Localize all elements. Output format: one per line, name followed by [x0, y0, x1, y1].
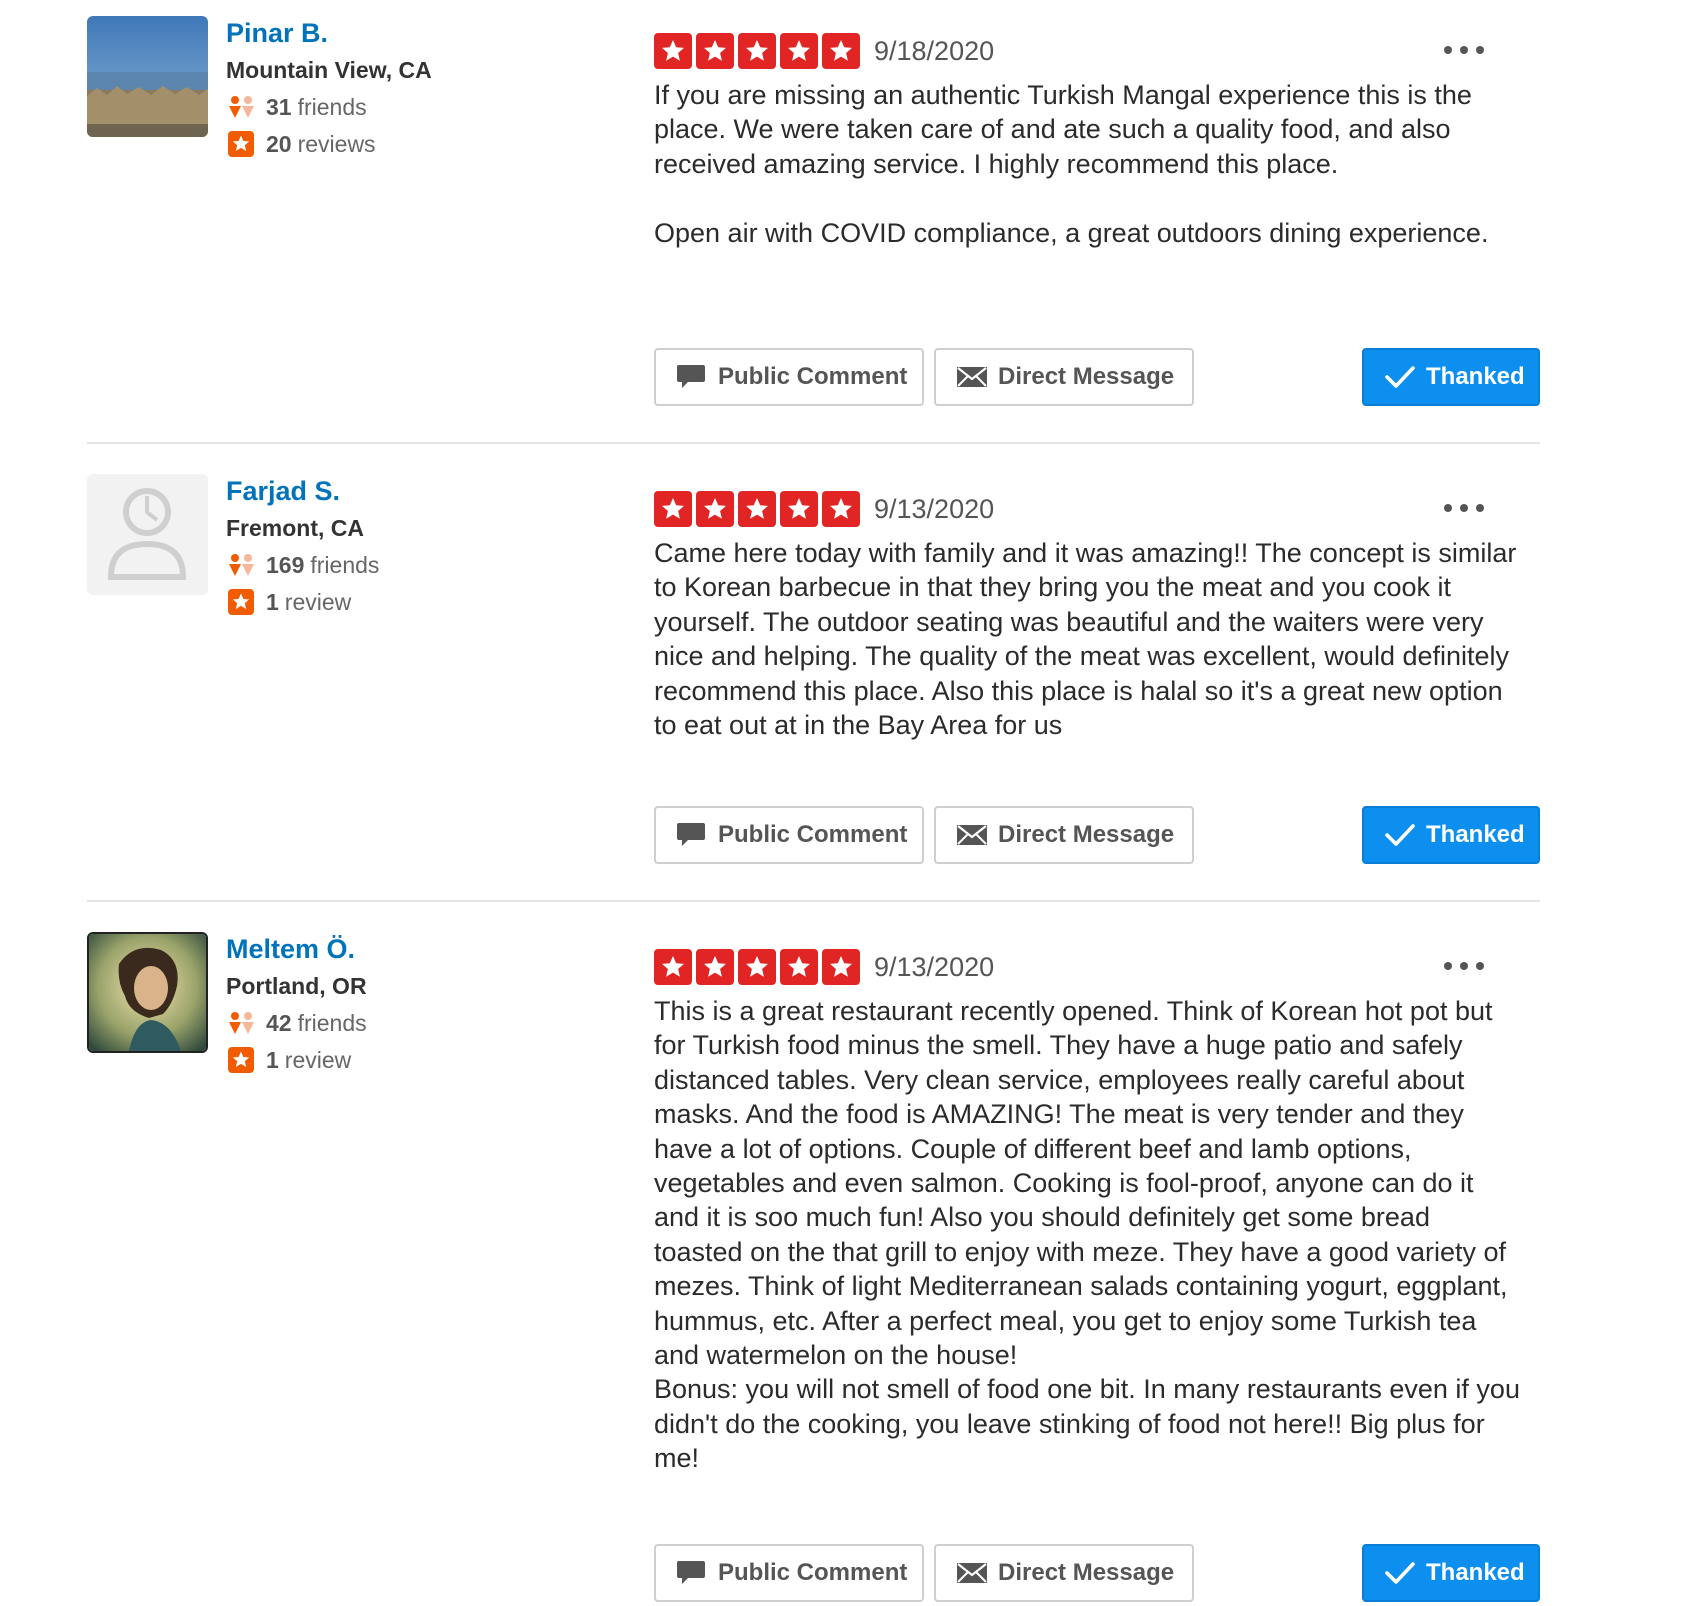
review-actions: Public Comment Direct Message Thanked	[654, 348, 1540, 408]
review-actions: Public Comment Direct Message Thanked	[654, 806, 1540, 866]
user-avatar[interactable]	[87, 932, 208, 1053]
user-avatar[interactable]	[87, 474, 208, 595]
direct-message-button[interactable]: Direct Message	[934, 806, 1194, 864]
friends-icon	[228, 1010, 256, 1036]
rating-row: 9/13/2020	[654, 947, 1540, 987]
star-icon	[822, 33, 860, 69]
more-options-icon[interactable]	[1444, 954, 1484, 978]
comment-icon	[676, 820, 710, 850]
friends-count: 31 friends	[226, 92, 432, 122]
review-text: If you are missing an authentic Turkish …	[654, 80, 1489, 248]
star-icon	[696, 33, 734, 69]
comment-icon	[676, 1558, 710, 1588]
review-divider	[87, 900, 1540, 902]
review-item: Meltem Ö. Portland, OR 42 friends 1 revi…	[87, 932, 1540, 1602]
star-icon	[822, 949, 860, 985]
user-name-link[interactable]: Farjad S.	[226, 475, 379, 507]
review-date: 9/13/2020	[874, 951, 995, 982]
star-icon	[738, 33, 776, 69]
thanked-button[interactable]: Thanked	[1362, 1544, 1540, 1602]
reviews-count: 20 reviews	[226, 129, 432, 159]
user-info: Meltem Ö. Portland, OR 42 friends 1 revi…	[226, 932, 367, 1075]
direct-message-button[interactable]: Direct Message	[934, 348, 1194, 406]
star-icon	[738, 949, 776, 985]
comment-icon	[676, 362, 710, 392]
review-content: 9/13/2020 This is a great restaurant rec…	[654, 932, 1540, 1476]
more-options-icon[interactable]	[1444, 38, 1484, 62]
star-rating	[654, 491, 860, 527]
envelope-icon	[956, 820, 990, 850]
star-icon	[654, 949, 692, 985]
review-item: Farjad S. Fremont, CA 169 friends 1 revi…	[87, 474, 1540, 864]
review-date: 9/13/2020	[874, 493, 995, 524]
star-rating	[654, 33, 860, 69]
user-name-link[interactable]: Pinar B.	[226, 17, 432, 49]
user-info: Pinar B. Mountain View, CA 31 friends 20…	[226, 16, 432, 159]
more-options-icon[interactable]	[1444, 496, 1484, 520]
user-location: Mountain View, CA	[226, 57, 432, 83]
review-text: Came here today with family and it was a…	[654, 538, 1524, 741]
review-date: 9/18/2020	[874, 35, 995, 66]
star-icon	[780, 33, 818, 69]
star-icon	[780, 949, 818, 985]
rating-row: 9/13/2020	[654, 489, 1540, 529]
thanked-button[interactable]: Thanked	[1362, 806, 1540, 864]
friends-icon	[228, 94, 256, 120]
envelope-icon	[956, 362, 990, 392]
reviews-count: 1 review	[226, 587, 379, 617]
check-icon	[1384, 820, 1418, 850]
star-icon	[654, 491, 692, 527]
star-rating	[654, 949, 860, 985]
envelope-icon	[956, 1558, 990, 1588]
star-icon	[822, 491, 860, 527]
star-icon	[654, 33, 692, 69]
public-comment-button[interactable]: Public Comment	[654, 348, 924, 406]
review-divider	[87, 442, 1540, 444]
review-content: 9/18/2020 If you are missing an authenti…	[654, 16, 1540, 250]
star-icon	[696, 491, 734, 527]
direct-message-button[interactable]: Direct Message	[934, 1544, 1194, 1602]
star-icon	[780, 491, 818, 527]
friends-icon	[228, 552, 256, 578]
user-avatar[interactable]	[87, 16, 208, 137]
star-icon	[696, 949, 734, 985]
user-location: Fremont, CA	[226, 515, 364, 541]
review-text: This is a great restaurant recently open…	[654, 996, 1520, 1474]
review-item: Pinar B. Mountain View, CA 31 friends 20…	[87, 16, 1540, 406]
review-star-icon	[228, 589, 256, 615]
friends-count: 169 friends	[226, 550, 379, 580]
rating-row: 9/18/2020	[654, 31, 1540, 71]
check-icon	[1384, 362, 1418, 392]
review-content: 9/13/2020 Came here today with family an…	[654, 474, 1540, 742]
user-info: Farjad S. Fremont, CA 169 friends 1 revi…	[226, 474, 379, 617]
review-star-icon	[228, 1047, 256, 1073]
star-icon	[738, 491, 776, 527]
reviews-count: 1 review	[226, 1045, 367, 1075]
public-comment-button[interactable]: Public Comment	[654, 806, 924, 864]
review-star-icon	[228, 131, 256, 157]
thanked-button[interactable]: Thanked	[1362, 348, 1540, 406]
review-actions: Public Comment Direct Message Thanked	[654, 1544, 1540, 1604]
check-icon	[1384, 1558, 1418, 1588]
default-avatar-icon	[107, 488, 187, 580]
public-comment-button[interactable]: Public Comment	[654, 1544, 924, 1602]
user-location: Portland, OR	[226, 973, 367, 999]
user-name-link[interactable]: Meltem Ö.	[226, 933, 367, 965]
friends-count: 42 friends	[226, 1008, 367, 1038]
